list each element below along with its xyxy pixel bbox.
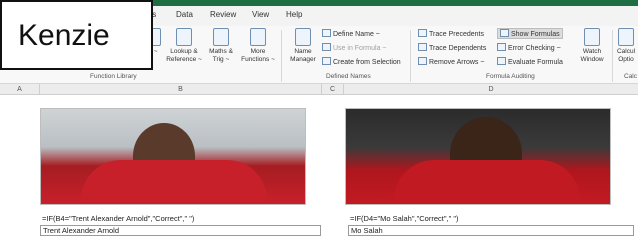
watch-window-button[interactable]: Watch Window xyxy=(575,28,609,64)
show-formulas-icon xyxy=(500,29,509,37)
show-formulas-button[interactable]: Show Formulas xyxy=(497,28,563,39)
more-functions-icon xyxy=(250,28,266,46)
trace-dependents-button[interactable]: Trace Dependents xyxy=(418,43,486,54)
name-label-overlay: Kenzie xyxy=(0,0,153,70)
function-library-label: Function Library xyxy=(90,73,137,80)
column-header-d[interactable]: D xyxy=(344,84,638,95)
evaluate-icon xyxy=(497,57,506,65)
lookup-reference-button[interactable]: Lookup & Reference ~ xyxy=(163,28,205,64)
remove-arrows-button[interactable]: Remove Arrows ~ xyxy=(418,57,484,68)
trace-dependents-icon xyxy=(418,43,427,51)
player-shirt xyxy=(394,160,580,204)
remove-arrows-icon xyxy=(418,57,427,65)
cell-d-formula[interactable]: =IF(D4="Mo Salah","Correct"," ") xyxy=(350,214,459,223)
calculator-icon xyxy=(618,28,634,46)
name-label-text: Kenzie xyxy=(18,19,110,52)
maths-trig-button[interactable]: Maths & Trig ~ xyxy=(203,28,239,64)
column-header-row: A B C D xyxy=(0,84,638,95)
cell-d-value[interactable]: Mo Salah xyxy=(348,225,634,236)
column-header-b[interactable]: B xyxy=(40,84,322,95)
column-header-c[interactable]: C xyxy=(322,84,344,95)
column-header-a[interactable]: A xyxy=(0,84,40,95)
ribbon-separator xyxy=(410,30,411,82)
table-icon xyxy=(322,57,331,65)
cell-b-value[interactable]: Trent Alexander Arnold xyxy=(40,225,321,236)
tag-icon xyxy=(322,29,331,37)
watch-window-icon xyxy=(584,28,600,46)
formula-auditing-label: Formula Auditing xyxy=(486,73,535,80)
warning-icon xyxy=(497,43,506,51)
more-functions-button[interactable]: More Functions ~ xyxy=(238,28,278,64)
trace-precedents-button[interactable]: Trace Precedents xyxy=(418,29,484,40)
define-name-button[interactable]: Define Name ~ xyxy=(322,29,380,40)
worksheet[interactable]: =IF(B4="Trent Alexander Arnold","Correct… xyxy=(0,95,638,247)
tab-help[interactable]: Help xyxy=(286,10,302,19)
ribbon-separator xyxy=(281,30,282,82)
calculation-options-button[interactable]: Calcul Optio xyxy=(614,28,638,64)
player-photo-d[interactable] xyxy=(345,108,611,205)
player-shirt xyxy=(81,160,267,204)
defined-names-label: Defined Names xyxy=(326,73,371,80)
name-manager-button[interactable]: Name Manager xyxy=(286,28,320,64)
lookup-icon xyxy=(176,28,192,46)
tab-data[interactable]: Data xyxy=(176,10,193,19)
error-checking-button[interactable]: Error Checking ~ xyxy=(497,43,561,54)
formula-icon xyxy=(322,43,331,51)
math-icon xyxy=(213,28,229,46)
trace-precedents-icon xyxy=(418,29,427,37)
player-photo-b[interactable] xyxy=(40,108,306,205)
tab-view[interactable]: View xyxy=(252,10,269,19)
evaluate-formula-button[interactable]: Evaluate Formula xyxy=(497,57,563,68)
create-from-selection-button[interactable]: Create from Selection xyxy=(322,57,401,68)
name-manager-icon xyxy=(295,28,311,46)
tab-review[interactable]: Review xyxy=(210,10,236,19)
cell-b-formula[interactable]: =IF(B4="Trent Alexander Arnold","Correct… xyxy=(42,214,194,223)
use-in-formula-button[interactable]: Use in Formula ~ xyxy=(322,43,387,54)
ribbon-separator xyxy=(612,30,613,82)
calculation-label: Calc xyxy=(624,73,638,80)
